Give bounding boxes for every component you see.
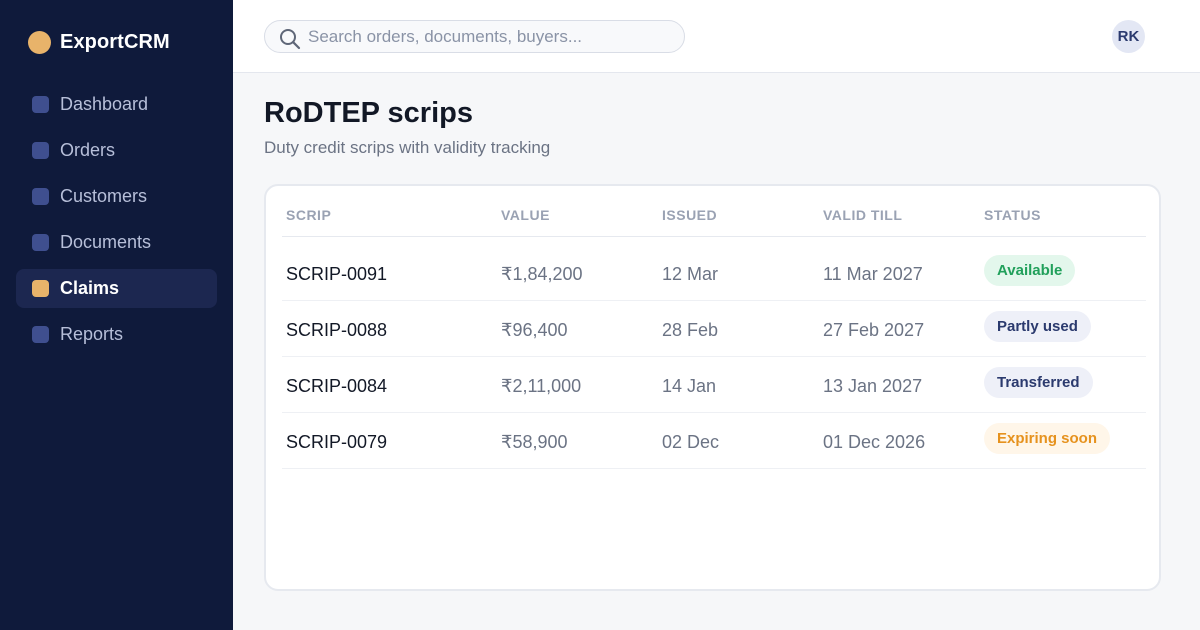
avatar[interactable]: RK [1112,20,1145,53]
brand-logo-icon [28,31,51,54]
customers-icon [32,188,49,205]
sidebar-item-customers[interactable]: Customers [16,177,217,216]
valid-till-date: 27 Feb 2027 [823,320,925,340]
column-header-valid-till[interactable]: VALID TILL [823,207,902,223]
scrip-value: ₹1,84,200 [501,264,583,284]
valid-till-date: 01 Dec 2026 [823,432,926,452]
reports-icon [32,326,49,343]
topbar: RK [233,0,1200,73]
sidebar-item-dashboard[interactable]: Dashboard [16,85,217,124]
sidebar-item-label: Orders [60,140,116,160]
status-badge: Partly used [984,311,1091,342]
scrip-id: SCRIP-0091 [286,264,388,284]
table-row[interactable]: SCRIP-0091 ₹1,84,200 12 Mar 11 Mar 2027 … [282,245,1146,301]
brand[interactable]: ExportCRM [28,31,170,54]
sidebar-item-documents[interactable]: Documents [16,223,217,262]
column-header-scrip[interactable]: SCRIP [286,207,331,223]
dashboard-icon [32,96,49,113]
issued-date: 12 Mar [662,264,719,284]
claims-icon [32,280,49,297]
valid-till-date: 11 Mar 2027 [823,264,923,284]
search-input[interactable] [308,21,678,52]
sidebar-item-label: Claims [60,278,120,298]
documents-icon [32,234,49,251]
scrip-value: ₹96,400 [501,320,568,340]
column-header-status[interactable]: STATUS [984,207,1041,223]
scrip-id: SCRIP-0079 [286,432,388,452]
sidebar-nav: Dashboard Orders Customers Documents Cla… [16,85,217,361]
table-header: SCRIP VALUE ISSUED VALID TILL STATUS [282,200,1146,237]
issued-date: 14 Jan [662,376,717,396]
scrip-id: SCRIP-0088 [286,320,388,340]
sidebar-item-reports[interactable]: Reports [16,315,217,354]
sidebar-item-label: Customers [60,186,148,206]
sidebar-item-orders[interactable]: Orders [16,131,217,170]
search-icon [280,29,301,50]
sidebar-item-label: Dashboard [60,94,149,114]
search-bar[interactable] [264,20,685,53]
sidebar-item-label: Reports [60,324,124,344]
table-row[interactable]: SCRIP-0084 ₹2,11,000 14 Jan 13 Jan 2027 … [282,357,1146,413]
sidebar-item-claims[interactable]: Claims [16,269,217,308]
scrip-id: SCRIP-0084 [286,376,388,396]
page-title: RoDTEP scrips [264,97,473,129]
column-header-value[interactable]: VALUE [501,207,550,223]
scrip-value: ₹2,11,000 [501,376,582,396]
issued-date: 02 Dec [662,432,720,452]
table-row[interactable]: SCRIP-0088 ₹96,400 28 Feb 27 Feb 2027 Pa… [282,301,1146,357]
orders-icon [32,142,49,159]
page-subtitle: Duty credit scrips with validity trackin… [264,138,551,157]
sidebar-item-label: Documents [60,232,152,252]
status-badge: Expiring soon [984,423,1111,454]
valid-till-date: 13 Jan 2027 [823,376,923,396]
issued-date: 28 Feb [662,320,719,340]
status-badge: Available [984,255,1076,286]
sidebar: ExportCRM Dashboard Orders Customers Doc… [0,0,233,630]
brand-name: ExportCRM [60,31,170,53]
column-header-issued[interactable]: ISSUED [662,207,717,223]
scrip-value: ₹58,900 [501,432,568,452]
scrips-table-card: SCRIP VALUE ISSUED VALID TILL STATUS SCR… [264,184,1161,591]
table-row[interactable]: SCRIP-0079 ₹58,900 02 Dec 01 Dec 2026 Ex… [282,413,1146,469]
status-badge: Transferred [984,367,1093,398]
